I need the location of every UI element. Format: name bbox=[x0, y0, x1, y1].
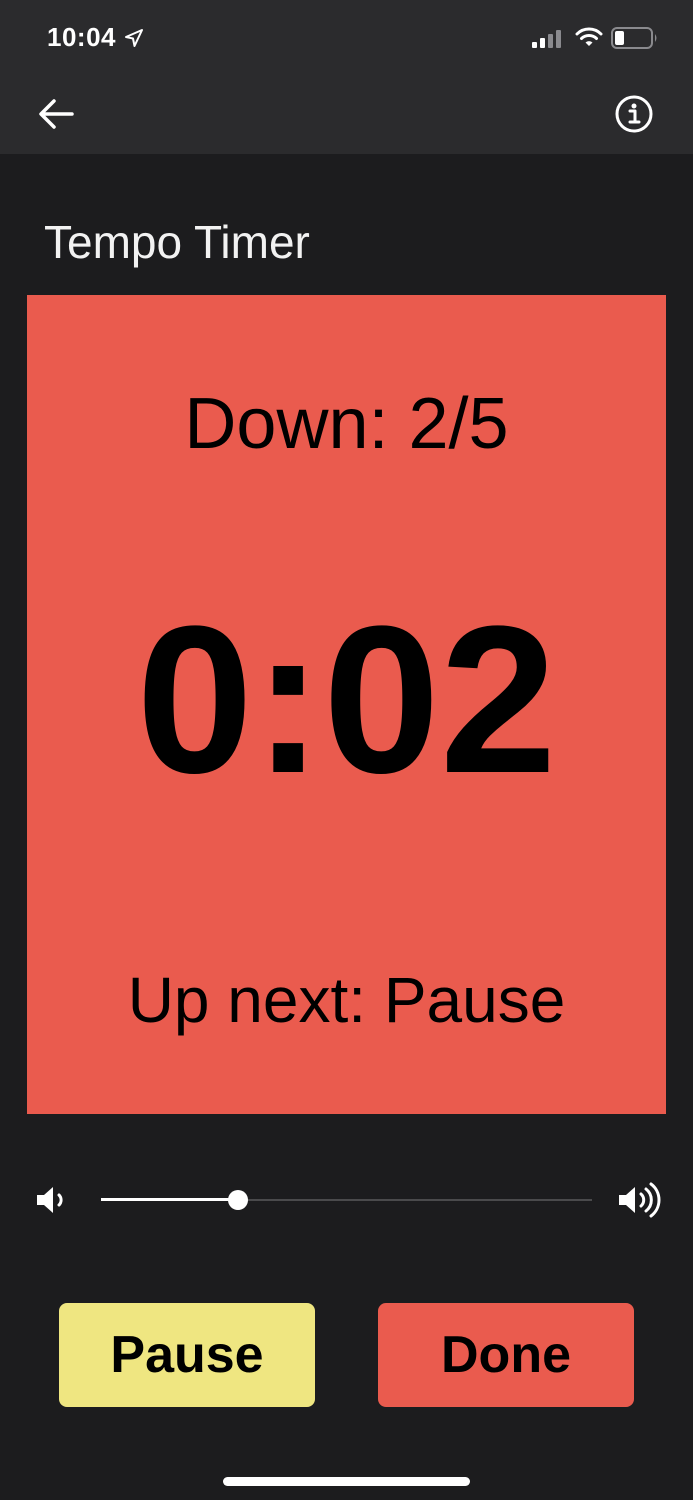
phase-label: Down: 2/5 bbox=[184, 384, 509, 464]
status-bar: 10:04 bbox=[0, 0, 693, 76]
volume-slider-fill bbox=[101, 1198, 239, 1201]
nav-bar bbox=[0, 76, 693, 154]
status-time: 10:04 bbox=[47, 22, 116, 52]
volume-slider[interactable] bbox=[101, 1186, 592, 1214]
page-title: Tempo Timer bbox=[44, 216, 310, 268]
done-button[interactable]: Done bbox=[378, 1303, 634, 1407]
volume-high-icon bbox=[616, 1182, 664, 1223]
arrow-left-icon[interactable] bbox=[36, 94, 76, 139]
timer-card: Down: 2/5 0:02 Up next: Pause bbox=[27, 295, 666, 1114]
wifi-icon bbox=[575, 26, 603, 53]
up-next-label: Up next: Pause bbox=[127, 964, 566, 1036]
cellular-signal-icon bbox=[532, 30, 564, 53]
battery-icon bbox=[611, 27, 659, 54]
volume-low-icon bbox=[34, 1184, 70, 1221]
home-indicator bbox=[223, 1477, 470, 1486]
location-arrow-icon bbox=[124, 28, 144, 53]
info-circle-icon[interactable] bbox=[612, 92, 656, 141]
countdown-display: 0:02 bbox=[136, 582, 557, 817]
volume-slider-thumb[interactable] bbox=[228, 1190, 249, 1210]
pause-button[interactable]: Pause bbox=[59, 1303, 315, 1407]
